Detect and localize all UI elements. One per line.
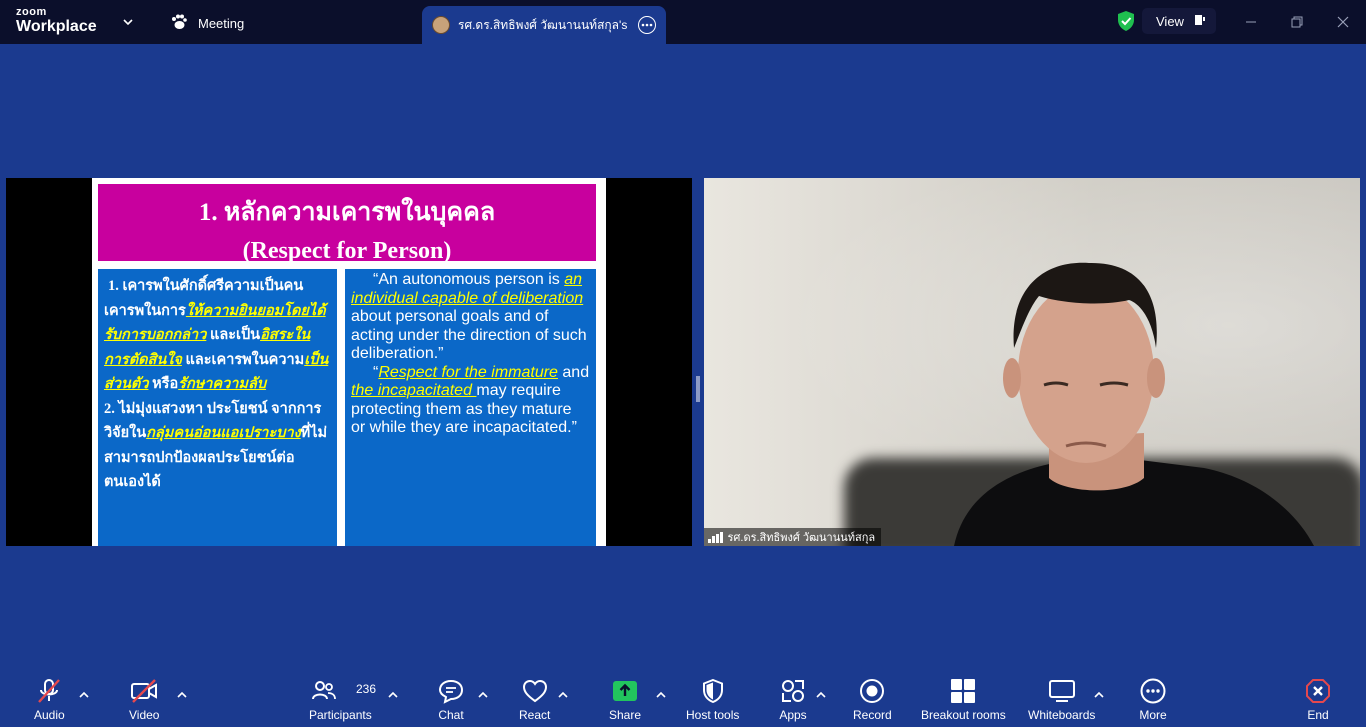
view-label: View (1156, 13, 1184, 29)
audio-label: Audio (34, 708, 65, 722)
end-label: End (1307, 708, 1329, 722)
title-bar: zoom Workplace Meeting รศ.ดร.สิทธิพงศ์ ว… (0, 0, 1366, 44)
left-highlight-vulnerable: กลุ่มคนอ่อนแอเปราะบาง (146, 425, 301, 441)
split-view-handle[interactable] (696, 376, 700, 402)
close-icon[interactable] (1333, 12, 1353, 32)
react-button[interactable]: React (519, 676, 550, 722)
right-highlight-incapacitated: the incapacitated (351, 382, 477, 399)
more-icon (1138, 676, 1168, 706)
logo-line2: Workplace (16, 18, 97, 35)
participant-name: รศ.ดร.สิทธิพงศ์ วัฒนานนท์สกุล (727, 532, 876, 544)
more-options-icon[interactable] (638, 16, 656, 34)
whiteboards-options-chevron-icon[interactable] (1094, 686, 1104, 698)
slide-left-panel: 1. เคารพในศักดิ์ศรีความเป็นคน เคารพในการ… (98, 269, 337, 546)
chat-button[interactable]: Chat (436, 676, 466, 722)
muted-microphone-icon (34, 676, 64, 706)
slide-title: 1. หลักความเคารพในบุคคล (Respect for Per… (98, 184, 596, 264)
whiteboards-label: Whiteboards (1028, 708, 1096, 722)
video-button[interactable]: Video (129, 676, 159, 722)
video-label: Video (129, 708, 160, 722)
whiteboards-button[interactable]: Whiteboards (1028, 676, 1095, 722)
participant-video[interactable] (704, 178, 1360, 546)
right-text-3: “ (373, 363, 379, 381)
participant-name-tag: รศ.ดร.สิทธิพงศ์ วัฒนานนท์สกุล (704, 528, 882, 546)
logo-line1: zoom (16, 6, 47, 18)
host-tools-button[interactable]: Host tools (686, 676, 739, 722)
apps-icon (778, 676, 808, 706)
chat-options-chevron-icon[interactable] (478, 686, 488, 698)
participants-count: 236 (356, 682, 377, 696)
tab-meeting[interactable]: Meeting (170, 13, 244, 34)
participants-icon (309, 676, 339, 706)
breakout-rooms-button[interactable]: Breakout rooms (921, 676, 1006, 722)
participants-label: Participants (309, 708, 372, 722)
left-text-3: และเคารพในความ (181, 351, 305, 368)
more-button[interactable]: More (1138, 676, 1168, 722)
view-layout-icon (1194, 14, 1206, 29)
host-tools-label: Host tools (686, 708, 740, 722)
apps-label: Apps (779, 708, 807, 722)
share-options-chevron-icon[interactable] (656, 686, 666, 698)
meeting-toolbar: Audio Video Participants 236 Chat React … (0, 670, 1366, 727)
whiteboard-icon (1047, 676, 1077, 706)
video-off-icon (129, 676, 159, 706)
end-button[interactable]: End (1303, 676, 1333, 722)
end-meeting-icon (1303, 676, 1333, 706)
share-button[interactable]: Share (609, 676, 641, 722)
zoom-workplace-logo[interactable]: zoom Workplace (16, 7, 97, 35)
left-highlight-confidentiality: รักษาความลับ (178, 376, 267, 392)
chat-icon (436, 676, 466, 706)
restore-icon[interactable] (1287, 12, 1307, 32)
chat-label: Chat (438, 708, 464, 722)
audio-options-chevron-icon[interactable] (79, 686, 89, 698)
tab-screen-share-label: รศ.ดร.สิทธิพงศ์ วัฒนานนท์สกุล's scree (458, 17, 630, 32)
video-options-chevron-icon[interactable] (177, 686, 187, 698)
signal-strength-icon (708, 531, 723, 543)
more-label: More (1139, 708, 1167, 722)
presentation-slide: 1. หลักความเคารพในบุคคล (Respect for Per… (92, 178, 606, 546)
shield-icon (698, 676, 728, 706)
breakout-rooms-icon (948, 676, 978, 706)
shared-screen[interactable]: 1. หลักความเคารพในบุคคล (Respect for Per… (6, 178, 692, 546)
left-text-2: และเป็น (206, 327, 261, 343)
slide-title-thai: 1. หลักความเคารพในบุคคล (198, 199, 496, 226)
minimize-icon[interactable] (1241, 12, 1261, 32)
view-button[interactable]: View (1142, 8, 1216, 34)
slide-right-panel: “An autonomous person is an individual c… (345, 269, 596, 546)
avatar (432, 16, 450, 34)
apps-options-chevron-icon[interactable] (816, 686, 826, 698)
right-text-4: and (557, 363, 590, 381)
security-shield-icon[interactable] (1116, 10, 1136, 32)
participant-figure (954, 262, 1314, 546)
left-text-4: หรือ (148, 376, 179, 392)
chevron-down-icon[interactable] (120, 14, 136, 30)
breakout-rooms-label: Breakout rooms (921, 708, 1006, 722)
right-text-2: about personal goals and of acting under… (351, 308, 587, 362)
react-options-chevron-icon[interactable] (558, 686, 568, 698)
tab-meeting-label: Meeting (198, 16, 245, 31)
tab-screen-share[interactable]: รศ.ดร.สิทธิพงศ์ วัฒนานนท์สกุล's scree (422, 6, 666, 44)
slide-title-english: (Respect for Person) (242, 238, 452, 264)
react-label: React (519, 708, 551, 722)
right-highlight-immature: Respect for the immature (378, 363, 558, 381)
record-button[interactable]: Record (853, 676, 892, 722)
paw-icon (170, 13, 188, 34)
heart-icon (520, 676, 550, 706)
apps-button[interactable]: Apps (778, 676, 808, 722)
right-text-1: “An autonomous person is (373, 271, 565, 288)
audio-button[interactable]: Audio (34, 676, 65, 722)
share-label: Share (609, 708, 642, 722)
record-label: Record (853, 708, 892, 722)
participants-options-chevron-icon[interactable] (388, 686, 398, 698)
share-screen-icon (610, 676, 640, 706)
record-icon (857, 676, 887, 706)
